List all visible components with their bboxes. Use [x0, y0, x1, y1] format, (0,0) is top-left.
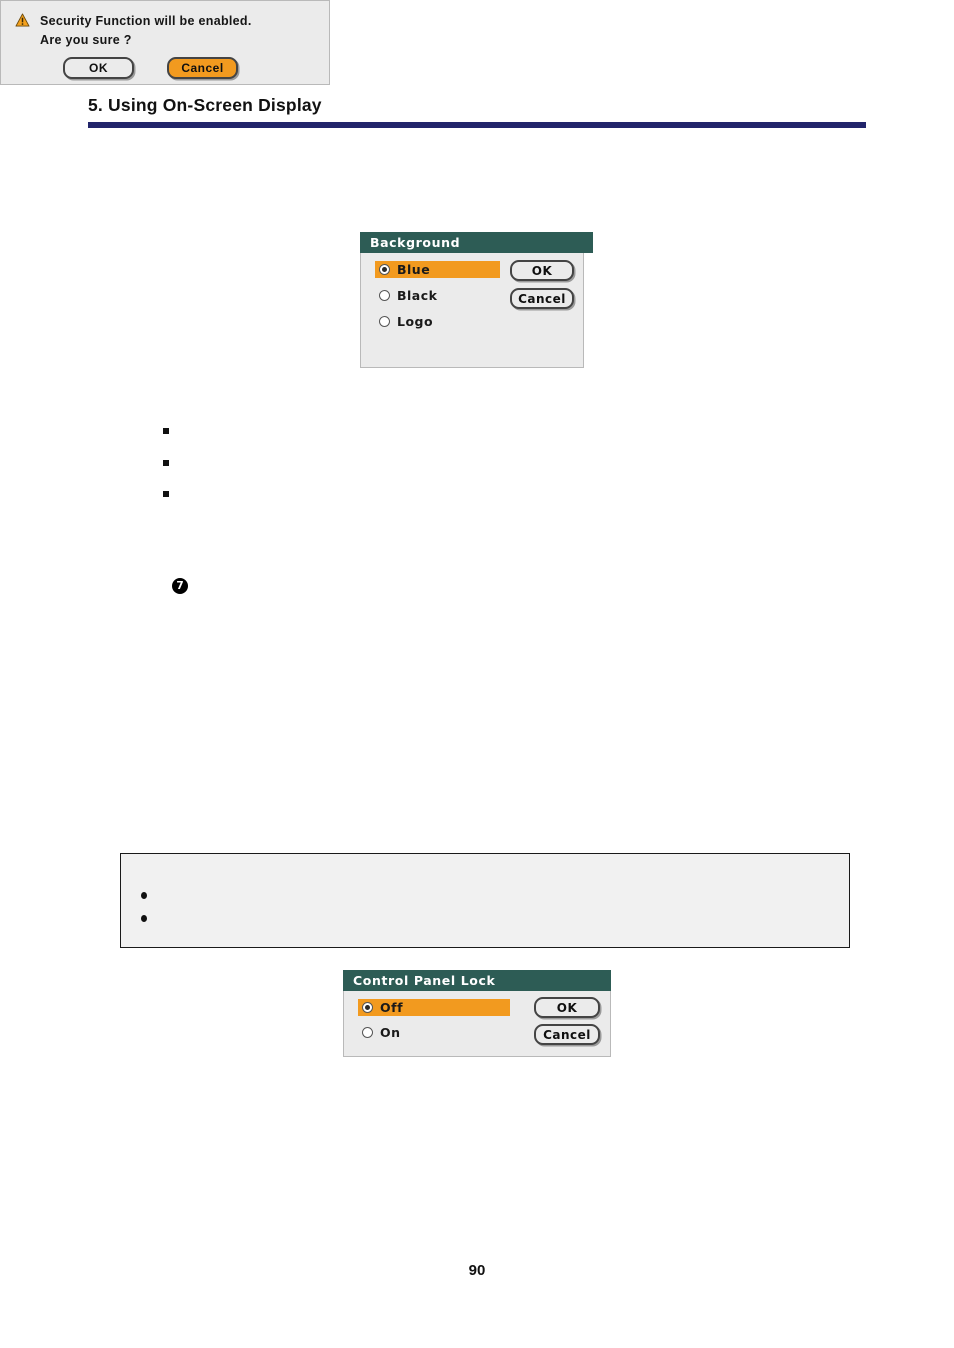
security-dialog-buttons: OK Cancel	[1, 57, 329, 79]
control-panel-lock-cancel-button[interactable]: Cancel	[534, 1024, 600, 1045]
security-cancel-button[interactable]: Cancel	[167, 57, 238, 79]
background-cancel-button[interactable]: Cancel	[510, 288, 574, 309]
security-confirm-dialog: Security Function will be enabled. Are y…	[0, 0, 330, 85]
page-title: 5. Using On-Screen Display	[88, 95, 322, 115]
page-number: 90	[468, 1262, 486, 1279]
security-message-text: Security Function will be enabled. Are y…	[40, 12, 252, 50]
radio-label-black: Black	[397, 287, 438, 303]
radio-label-off: Off	[380, 999, 404, 1015]
control-panel-lock-body: Off On OK Cancel	[343, 991, 611, 1057]
list-item-bullet	[163, 428, 169, 434]
warning-triangle-icon	[15, 13, 30, 27]
control-panel-lock-buttons: OK Cancel	[534, 997, 600, 1051]
background-dialog-title: Background	[360, 232, 593, 253]
control-panel-lock-title: Control Panel Lock	[343, 970, 611, 991]
list-item-bullet	[163, 460, 169, 466]
note-box	[120, 853, 850, 948]
radio-label-on: On	[380, 1024, 401, 1040]
note-bullet	[141, 892, 147, 899]
page-header: 5. Using On-Screen Display	[88, 95, 866, 129]
radio-label-logo: Logo	[397, 313, 434, 329]
radio-indicator-on[interactable]	[362, 1027, 373, 1038]
radio-label-blue: Blue	[397, 261, 431, 277]
control-panel-lock-ok-button[interactable]: OK	[534, 997, 600, 1018]
security-message-row: Security Function will be enabled. Are y…	[1, 1, 329, 50]
radio-indicator-blue[interactable]	[379, 264, 390, 275]
step-marker-7: 7	[172, 578, 188, 594]
radio-indicator-off[interactable]	[362, 1002, 373, 1013]
security-message-line-2: Are you sure ?	[40, 33, 132, 47]
list-item-bullet	[163, 491, 169, 497]
note-bullet	[141, 915, 147, 922]
background-dialog: Background Blue Black Logo OK Cancel	[360, 232, 593, 368]
radio-indicator-black[interactable]	[379, 290, 390, 301]
control-panel-lock-dialog: Control Panel Lock Off On OK Cancel	[343, 970, 611, 1057]
background-dialog-buttons: OK Cancel	[510, 260, 574, 316]
security-ok-button[interactable]: OK	[63, 57, 134, 79]
radio-indicator-logo[interactable]	[379, 316, 390, 327]
security-message-line-1: Security Function will be enabled.	[40, 14, 252, 28]
background-ok-button[interactable]: OK	[510, 260, 574, 281]
header-divider	[88, 122, 866, 129]
background-dialog-body: Blue Black Logo OK Cancel	[360, 253, 584, 368]
